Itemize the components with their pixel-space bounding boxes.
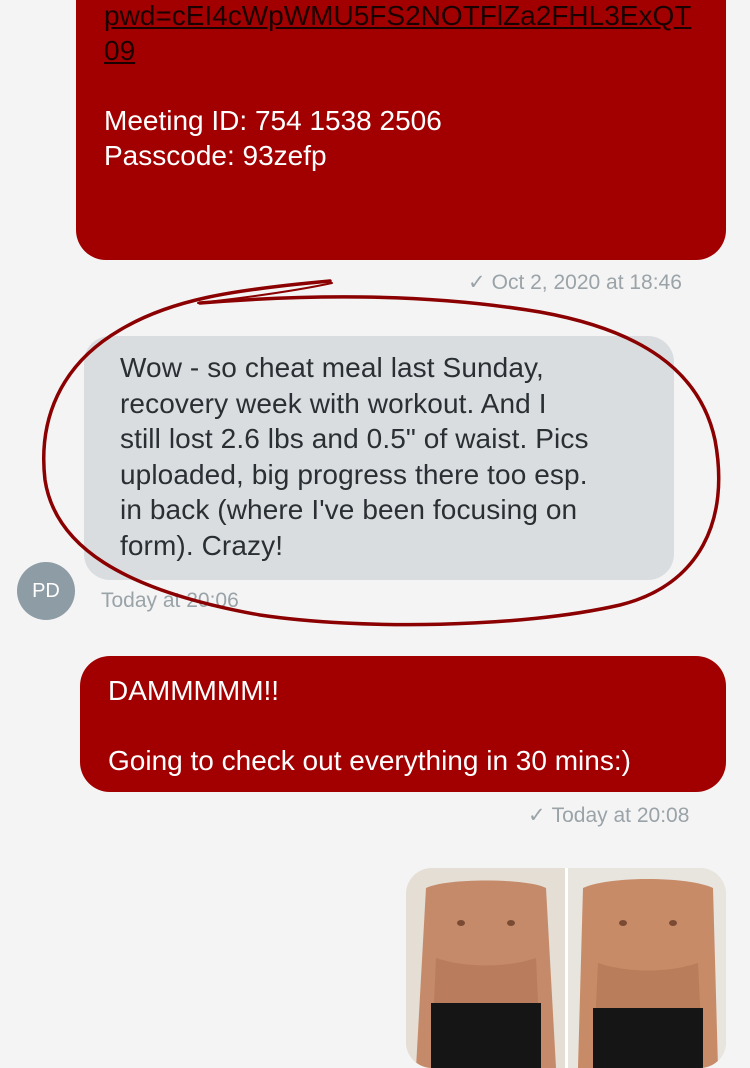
- delivered-check-icon: ✓: [468, 271, 486, 294]
- message-timestamp: ✓ Oct 2, 2020 at 18:46: [468, 271, 682, 294]
- message-line: form). Crazy!: [120, 529, 284, 561]
- zoom-link[interactable]: pwd=cEI4cWpWMU5FS2NOTFlZa2FHL3ExQT09: [104, 0, 698, 68]
- message-timestamp: ✓ Today at 20:08: [528, 804, 690, 827]
- progress-photo-side[interactable]: [567, 868, 726, 1068]
- message-line: DAMMMMM!!: [108, 675, 280, 706]
- message-line: in back (where I've been focusing on: [120, 494, 578, 525]
- progress-photo-front[interactable]: [406, 868, 565, 1068]
- outgoing-message-zoom[interactable]: pwd=cEI4cWpWMU5FS2NOTFlZa2FHL3ExQT09 Mee…: [76, 0, 726, 260]
- message-line: Going to check out everything in 30 mins…: [108, 745, 631, 776]
- incoming-message[interactable]: Wow - so cheat meal last Sunday, recover…: [84, 336, 674, 580]
- message-line: still lost 2.6 lbs and 0.5" of waist. Pi…: [120, 423, 589, 454]
- message-line: recovery week with workout. And I: [120, 387, 547, 419]
- delivered-check-icon: ✓: [528, 804, 546, 827]
- message-line: uploaded, big progress there too esp.: [120, 458, 588, 490]
- outgoing-message-reply[interactable]: DAMMMMM!! Going to check out everything …: [80, 656, 726, 792]
- message-line: Wow - so cheat meal last Sunday,: [120, 352, 544, 383]
- meeting-id: Meeting ID: 754 1538 2506: [104, 105, 442, 136]
- photo-attachment[interactable]: [406, 868, 726, 1068]
- message-timestamp: Today at 20:06: [101, 589, 239, 612]
- avatar[interactable]: PD: [17, 562, 75, 620]
- passcode: Passcode: 93zefp: [104, 140, 327, 171]
